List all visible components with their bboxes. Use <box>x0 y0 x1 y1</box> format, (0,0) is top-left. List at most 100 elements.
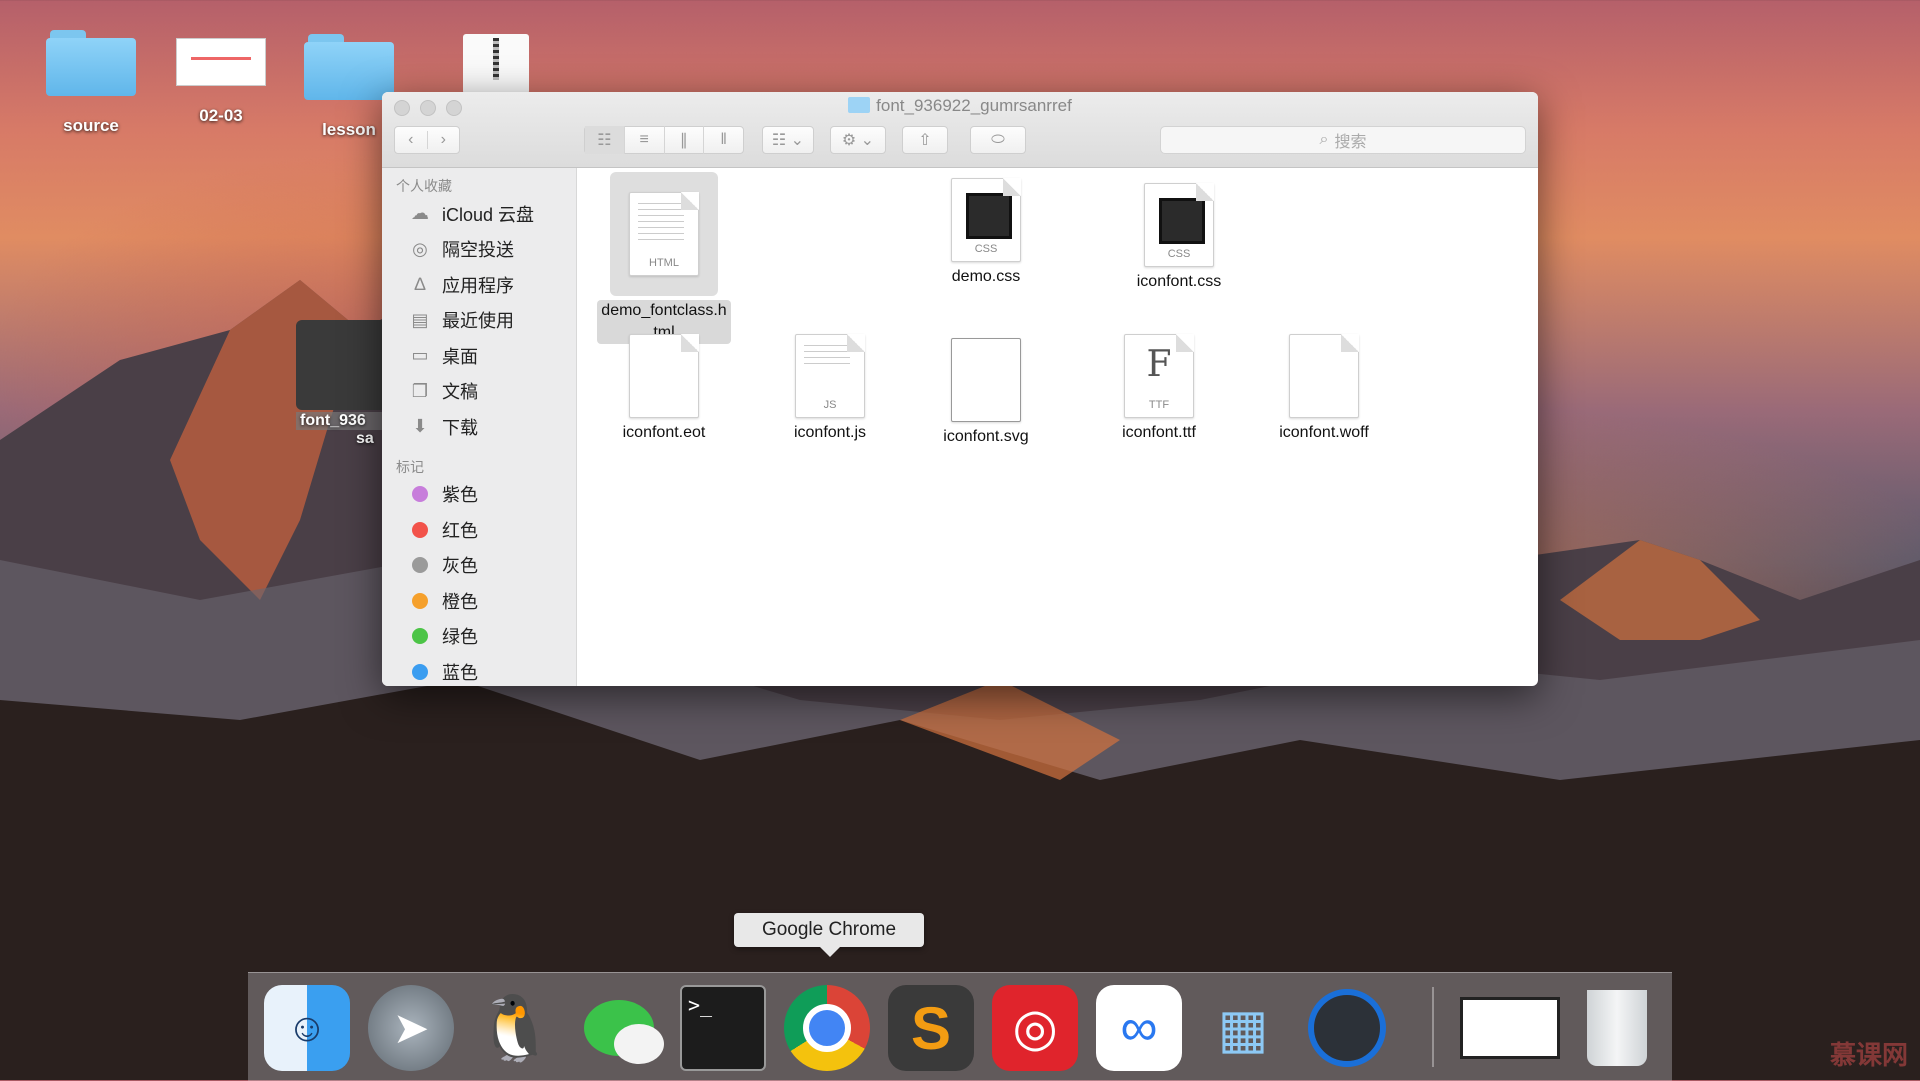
list-view-button[interactable]: ≡ <box>625 126 665 154</box>
window-title: font_936922_gumrsanrref <box>382 96 1538 116</box>
sidebar-item-downloads[interactable]: ⬇ 下载 <box>382 409 576 445</box>
forward-button[interactable]: › <box>428 131 460 149</box>
dock: ☺ ➤ 🐧 >_ S ◎ ∞ ▦ <box>248 972 1672 1081</box>
sidebar-item-documents[interactable]: ❐ 文稿 <box>382 374 576 410</box>
html-file-icon: HTML <box>629 192 699 276</box>
dock-tooltip: Google Chrome <box>734 913 924 957</box>
desktop-folder-font[interactable]: font_936 sa <box>296 320 386 448</box>
file-name: iconfont.ttf <box>1122 424 1196 441</box>
tag-dot-icon <box>408 626 432 646</box>
file-item[interactable]: iconfont.svg <box>906 338 1066 448</box>
tag-dot-icon <box>408 662 432 682</box>
desktop-item-label-line2: sa <box>356 430 374 447</box>
watermark: 慕课网 <box>1829 1040 1908 1070</box>
svg-file-icon <box>951 338 1021 422</box>
column-view-button[interactable]: ∥ <box>665 126 705 154</box>
preview-window-icon[interactable] <box>1460 985 1560 1071</box>
favorites-header: 个人收藏 <box>396 178 452 194</box>
arrange-button[interactable]: ☷ ⌄ <box>762 126 814 154</box>
tag-dot-icon <box>408 555 432 575</box>
sidebar-item-airdrop[interactable]: ◎ 隔空投送 <box>382 232 576 268</box>
file-icon-grid: HTML demo_fontclass.h tml CSS demo.css C… <box>577 168 1538 686</box>
sidebar-item-applications[interactable]: ∆ 应用程序 <box>382 267 576 303</box>
file-name: iconfont.woff <box>1279 424 1369 441</box>
action-button[interactable]: ⚙ ⌄ <box>830 126 886 154</box>
file-selection-highlight: HTML <box>610 172 718 296</box>
quicktime-icon[interactable] <box>1304 985 1390 1071</box>
sidebar-item-recents[interactable]: ▤ 最近使用 <box>382 303 576 339</box>
tag-dot-icon <box>408 520 432 540</box>
ttf-file-icon: F TTF <box>1124 334 1194 418</box>
dock-separator <box>1432 987 1434 1067</box>
file-ext: HTML <box>649 257 679 269</box>
finder-toolbar: font_936922_gumrsanrref ‹ › ☷ ≡ ∥ ‖ ☷ ⌄ … <box>382 92 1538 168</box>
gear-icon: ⚙ ⌄ <box>841 132 875 149</box>
view-mode-switcher: ☷ ≡ ∥ ‖ <box>584 126 744 154</box>
desktop-file-02-03[interactable]: 02-03 <box>161 30 281 126</box>
baidu-netdisk-icon[interactable]: ∞ <box>1096 985 1182 1071</box>
file-item[interactable]: F TTF iconfont.ttf <box>1079 334 1239 444</box>
sidebar-item-label: 隔空投送 <box>442 240 514 261</box>
wechat-icon[interactable] <box>576 985 664 1071</box>
sidebar-item-label: 红色 <box>442 520 478 541</box>
blank-file-icon <box>1289 334 1359 418</box>
chrome-icon[interactable] <box>784 985 870 1071</box>
sidebar-tag-gray[interactable]: 灰色 <box>382 548 576 584</box>
js-file-icon: JS <box>795 334 865 418</box>
desktop-item-label: source <box>63 116 119 135</box>
file-item[interactable]: CSS iconfont.css <box>1099 183 1259 293</box>
finder-window[interactable]: font_936922_gumrsanrref ‹ › ☷ ≡ ∥ ‖ ☷ ⌄ … <box>382 92 1538 686</box>
file-item[interactable]: JS iconfont.js <box>750 334 910 444</box>
sidebar-item-label: 橙色 <box>442 591 478 612</box>
tags-button[interactable]: ⬭ <box>970 126 1026 154</box>
finder-icon[interactable]: ☺ <box>264 985 350 1071</box>
search-icon: ⌕ <box>1319 131 1329 148</box>
icon-view-button[interactable]: ☷ <box>585 126 625 154</box>
desktop-file-archive[interactable] <box>436 34 556 94</box>
terminal-icon[interactable]: >_ <box>680 985 766 1071</box>
sidebar-tag-orange[interactable]: 橙色 <box>382 583 576 619</box>
finder-sidebar: 个人收藏 ☁ iCloud 云盘 ◎ 隔空投送 ∆ 应用程序 ▤ 最近使用 ▭ 桌面 ❐ 文… <box>382 168 577 686</box>
cover-flow-button[interactable]: ‖ <box>704 126 743 154</box>
sidebar-tag-green[interactable]: 绿色 <box>382 619 576 655</box>
file-name: iconfont.svg <box>943 428 1029 445</box>
sidebar-item-label: iCloud 云盘 <box>442 204 535 225</box>
file-item[interactable]: HTML demo_fontclass.h tml <box>584 172 744 344</box>
share-button[interactable]: ⇧ <box>902 126 948 154</box>
file-item[interactable]: CSS demo.css <box>906 178 1066 288</box>
sidebar-item-desktop[interactable]: ▭ 桌面 <box>382 338 576 374</box>
qq-icon[interactable]: 🐧 <box>472 985 558 1071</box>
file-ext: JS <box>823 399 837 411</box>
recents-icon: ▤ <box>411 309 429 330</box>
search-field[interactable]: ⌕ 搜索 <box>1160 126 1526 154</box>
launchpad-icon[interactable]: ➤ <box>368 985 454 1071</box>
sidebar-item-icloud[interactable]: ☁ iCloud 云盘 <box>382 196 576 232</box>
zip-archive-icon <box>463 34 529 94</box>
netease-music-icon[interactable]: ◎ <box>992 985 1078 1071</box>
sublime-text-icon[interactable]: S <box>888 985 974 1071</box>
sidebar-item-label: 文稿 <box>442 382 478 403</box>
file-name: demo.css <box>951 268 1021 285</box>
desktop-icon: ▭ <box>411 345 429 366</box>
share-icon: ⇧ <box>918 132 932 149</box>
sidebar-item-label: 应用程序 <box>442 275 514 296</box>
file-name: iconfont.eot <box>622 424 706 441</box>
blank-file-icon <box>629 334 699 418</box>
sidebar-item-label: 灰色 <box>442 556 478 577</box>
downloads-icon: ⬇ <box>412 416 428 437</box>
sidebar-tag-blue[interactable]: 蓝色 <box>382 654 576 686</box>
tag-dot-icon <box>408 591 432 611</box>
tag-icon: ⬭ <box>991 131 1005 148</box>
folder-icon <box>848 97 871 113</box>
sidebar-tag-red[interactable]: 红色 <box>382 512 576 548</box>
sidebar-tag-purple[interactable]: 紫色 <box>382 477 576 513</box>
file-item[interactable]: iconfont.eot <box>584 334 744 444</box>
css-file-icon: CSS <box>951 178 1021 262</box>
trash-icon[interactable] <box>1574 985 1660 1071</box>
keynote-icon[interactable]: ▦ <box>1200 985 1286 1071</box>
desktop-folder-source[interactable]: source <box>31 30 151 136</box>
file-name: iconfont.js <box>793 424 867 441</box>
arrange-icon: ☷ ⌄ <box>771 132 805 149</box>
file-item[interactable]: iconfont.woff <box>1244 334 1404 444</box>
back-button[interactable]: ‹ <box>395 131 428 149</box>
